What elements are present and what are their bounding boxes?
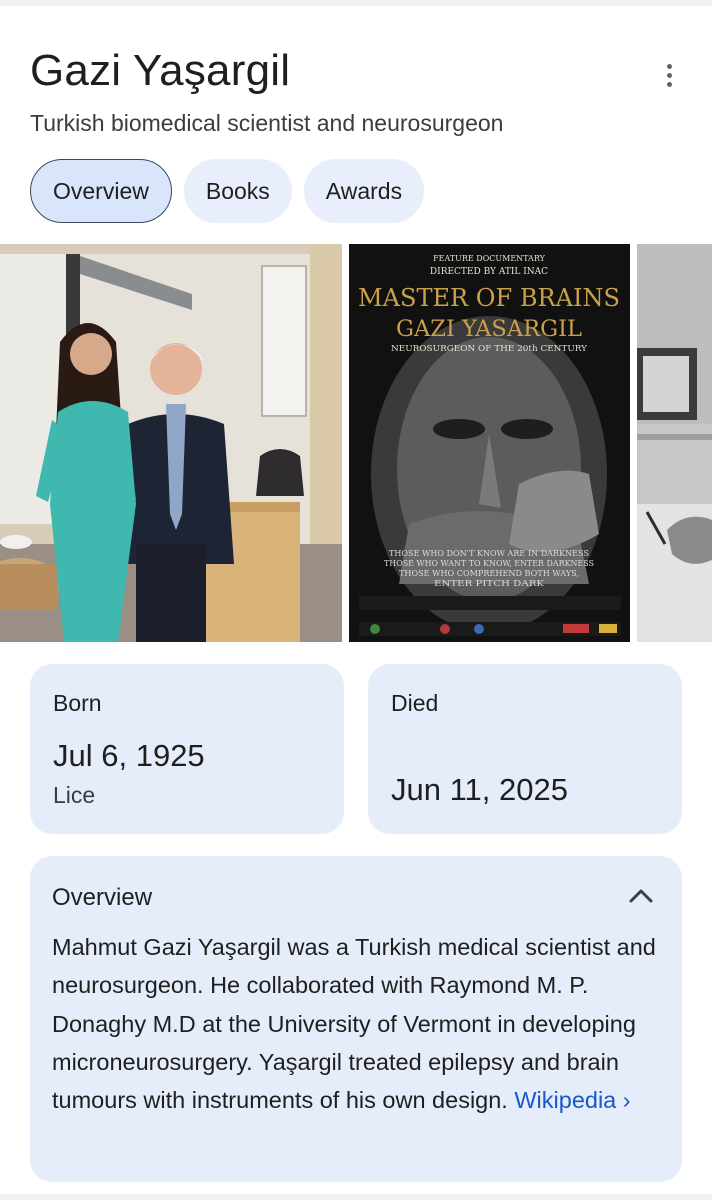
overview-section: Overview Mahmut Gazi Yaşargil was a Turk…	[30, 856, 682, 1182]
image-carousel[interactable]: FEATURE DOCUMENTARY DIRECTED BY ATIL INA…	[0, 244, 712, 642]
poster-tagline: FEATURE DOCUMENTARY	[433, 254, 546, 263]
born-label: Born	[53, 690, 102, 716]
chevron-up-icon[interactable]	[627, 884, 655, 908]
born-place[interactable]: Lice	[53, 782, 95, 809]
documentary-poster-image: FEATURE DOCUMENTARY DIRECTED BY ATIL INA…	[349, 244, 630, 642]
born-date: Jul 6, 1925	[53, 738, 205, 773]
entity-title: Gazi Yaşargil	[30, 46, 291, 95]
wikipedia-link[interactable]: Wikipedia ›	[514, 1087, 630, 1113]
more-options-icon[interactable]	[652, 58, 686, 92]
tab-books[interactable]: Books	[183, 159, 292, 223]
photo-meeting-image	[0, 244, 342, 642]
poster-title: MASTER OF BRAINS	[358, 284, 620, 312]
overview-text: Mahmut Gazi Yaşargil was a Turkish medic…	[52, 928, 662, 1119]
poster-quote-4: ENTER PITCH DARK	[434, 579, 545, 588]
photo-desk[interactable]	[637, 244, 712, 642]
born-card[interactable]: Born Jul 6, 1925 Lice	[30, 664, 344, 834]
overview-heading: Overview	[52, 884, 153, 911]
tab-awards[interactable]: Awards	[303, 159, 425, 223]
died-date: Jun 11, 2025	[391, 772, 568, 807]
photo-meeting[interactable]	[0, 244, 342, 642]
poster-quote-1: THOSE WHO DON'T KNOW ARE IN DARKNESS	[389, 549, 589, 558]
photo-desk-image	[637, 244, 712, 642]
died-label: Died	[391, 690, 439, 716]
documentary-poster[interactable]: FEATURE DOCUMENTARY DIRECTED BY ATIL INA…	[349, 244, 630, 642]
tab-overview[interactable]: Overview	[30, 159, 172, 223]
poster-subject: GAZI YASARGIL	[396, 317, 582, 342]
poster-subtitle: NEUROSURGEON OF THE 20th CENTURY	[391, 344, 588, 353]
poster-quote-2: THOSE WHO WANT TO KNOW, ENTER DARKNESS	[384, 559, 594, 568]
died-card[interactable]: Died Jun 11, 2025	[368, 664, 682, 834]
tab-bar: Overview Books Awards	[30, 159, 425, 223]
entity-subtitle: Turkish biomedical scientist and neurosu…	[30, 110, 504, 136]
poster-director: DIRECTED BY ATIL INAC	[430, 267, 548, 277]
poster-quote-3: THOSE WHO COMPREHEND BOTH WAYS,	[399, 569, 579, 578]
